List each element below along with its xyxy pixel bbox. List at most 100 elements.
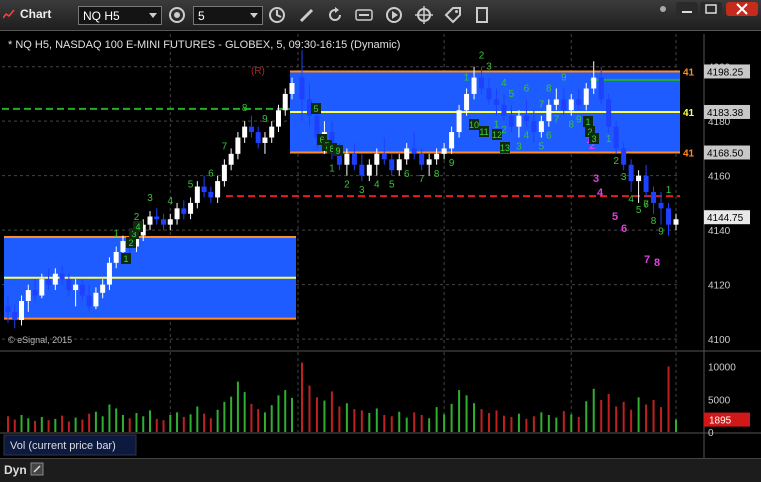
price-chart[interactable]: 123 45678912 3 4 56 7 8912345 67891 234567 8 91234… (0, 30, 761, 458)
td-count-green: 9 (449, 158, 455, 169)
candle-day2-body (636, 175, 642, 182)
td-count-green: 5 (389, 180, 395, 191)
price-tick-label: 4100 (708, 335, 731, 346)
candle-day1-body (147, 216, 153, 225)
volume-bars (7, 362, 677, 432)
minimize-icon[interactable] (676, 2, 698, 16)
td-count-green: 2 (613, 156, 619, 167)
td-count-magenta: 6 (621, 223, 627, 235)
td-count-green: 8 (568, 120, 574, 131)
candle-day1-body (188, 202, 194, 214)
candle-day1-body (86, 295, 92, 307)
candle-day1-body (5, 306, 11, 312)
td-count-green: 5 (509, 89, 515, 100)
gcs-icon[interactable] (354, 5, 374, 25)
td-count-green: 3 (359, 185, 365, 196)
candle-day2-body (389, 159, 395, 171)
pencil-icon[interactable] (297, 5, 317, 25)
td-count-green: 3 (621, 172, 627, 183)
candle-day1-body (289, 83, 295, 94)
td-count-green: 1 (329, 163, 335, 174)
candle-day2-body (576, 99, 582, 105)
td-count-green: 3 (516, 142, 522, 153)
td-count-green: 8 (651, 216, 657, 227)
price-tag-label: 4168.50 (707, 149, 744, 160)
candle-day1-body (73, 284, 79, 291)
td-count-green: 1 (464, 72, 470, 83)
play-icon[interactable] (384, 5, 404, 25)
candle-day2-body (666, 208, 672, 225)
candle-day2-body (486, 88, 492, 100)
td-count-green: 4 (501, 78, 507, 89)
candle-day2-body (351, 153, 357, 165)
candle-day2-body (561, 99, 567, 111)
candle-day1-body (120, 241, 126, 252)
td-count-magenta: 7 (644, 254, 650, 266)
td-count-green: 2 (344, 180, 350, 191)
td-count-green: 6 (208, 169, 214, 180)
interval-dropdown-icon[interactable] (250, 13, 258, 18)
td-count-green: 7 (222, 141, 228, 152)
td-count-green: 6 (524, 83, 530, 94)
td-count-green: 7 (554, 114, 560, 125)
volume-tag-label: 1895 (709, 416, 732, 427)
price-tick-label: 4160 (708, 172, 731, 183)
candle-day1-body (235, 137, 241, 154)
td-count-green: 2 (501, 125, 507, 136)
td-count-green: 9 (658, 227, 664, 238)
td-count-green: 5 (188, 179, 194, 190)
candle-day2-body (501, 104, 507, 116)
td-count-green: 9 (262, 114, 268, 125)
td-count-green: 1 (666, 185, 672, 196)
candle-day1-body (174, 208, 180, 220)
td-count-green: 6 (546, 131, 552, 142)
candle-day2-body (479, 77, 485, 89)
pin-icon[interactable] (652, 2, 674, 16)
volume-tick-label: 5000 (708, 395, 731, 406)
link-icon[interactable] (167, 5, 187, 25)
candle-day2-body (606, 99, 612, 127)
candle-day1-body (161, 219, 167, 225)
price-tick-label: 4120 (708, 281, 731, 292)
candle-day1-body (154, 216, 160, 220)
close-icon[interactable] (726, 2, 758, 16)
level-prefix: 41 (683, 67, 695, 78)
candle-day2-body (651, 192, 657, 203)
candle-day2-body (568, 99, 574, 111)
td-count-green: 1 (606, 134, 612, 145)
dyn-scale-icon[interactable] (30, 462, 44, 476)
blank-page-icon[interactable] (472, 5, 492, 25)
maximize-icon[interactable] (700, 2, 722, 16)
crosshair-icon[interactable] (414, 5, 434, 25)
td-count-boxed: 1 (585, 117, 590, 127)
candle-day2-body (449, 132, 455, 149)
candle-day1-body (248, 126, 254, 133)
candle-day2-body (404, 148, 410, 160)
symbol-value: NQ H5 (83, 9, 120, 23)
td-count-green: 8 (546, 83, 552, 94)
symbol-dropdown-icon[interactable] (149, 13, 157, 18)
price-axis: 4100412041404160418042000500010000414198… (683, 63, 750, 439)
candle-day2-body (628, 164, 634, 182)
status-bar: Dyn (0, 458, 761, 482)
td-count-green: 8 (242, 103, 248, 114)
candle-day1-body (275, 110, 281, 127)
tag-icon[interactable] (443, 5, 463, 25)
clock-icon[interactable] (267, 5, 287, 25)
symbol-input[interactable]: NQ H5 (78, 6, 162, 25)
candle-day1-body (167, 219, 173, 225)
candle-day1-body (181, 208, 187, 214)
candle-day2-body (591, 77, 597, 89)
interval-input[interactable]: 5 (193, 6, 263, 25)
candle-day1-body (12, 311, 18, 321)
watermark: © eSignal, 2015 (8, 335, 72, 345)
candle-day2-body (531, 121, 537, 133)
candle-day2-body (516, 115, 522, 127)
candle-day2-body (621, 148, 627, 165)
title-bar: Chart NQ H5 5 (0, 0, 761, 31)
td-count-boxed: 1 (123, 254, 128, 264)
refresh-icon[interactable] (325, 5, 345, 25)
td-count-green: 7 (643, 199, 649, 210)
td-count-green: 3 (147, 193, 153, 204)
td-count-magenta: 5 (612, 211, 618, 223)
